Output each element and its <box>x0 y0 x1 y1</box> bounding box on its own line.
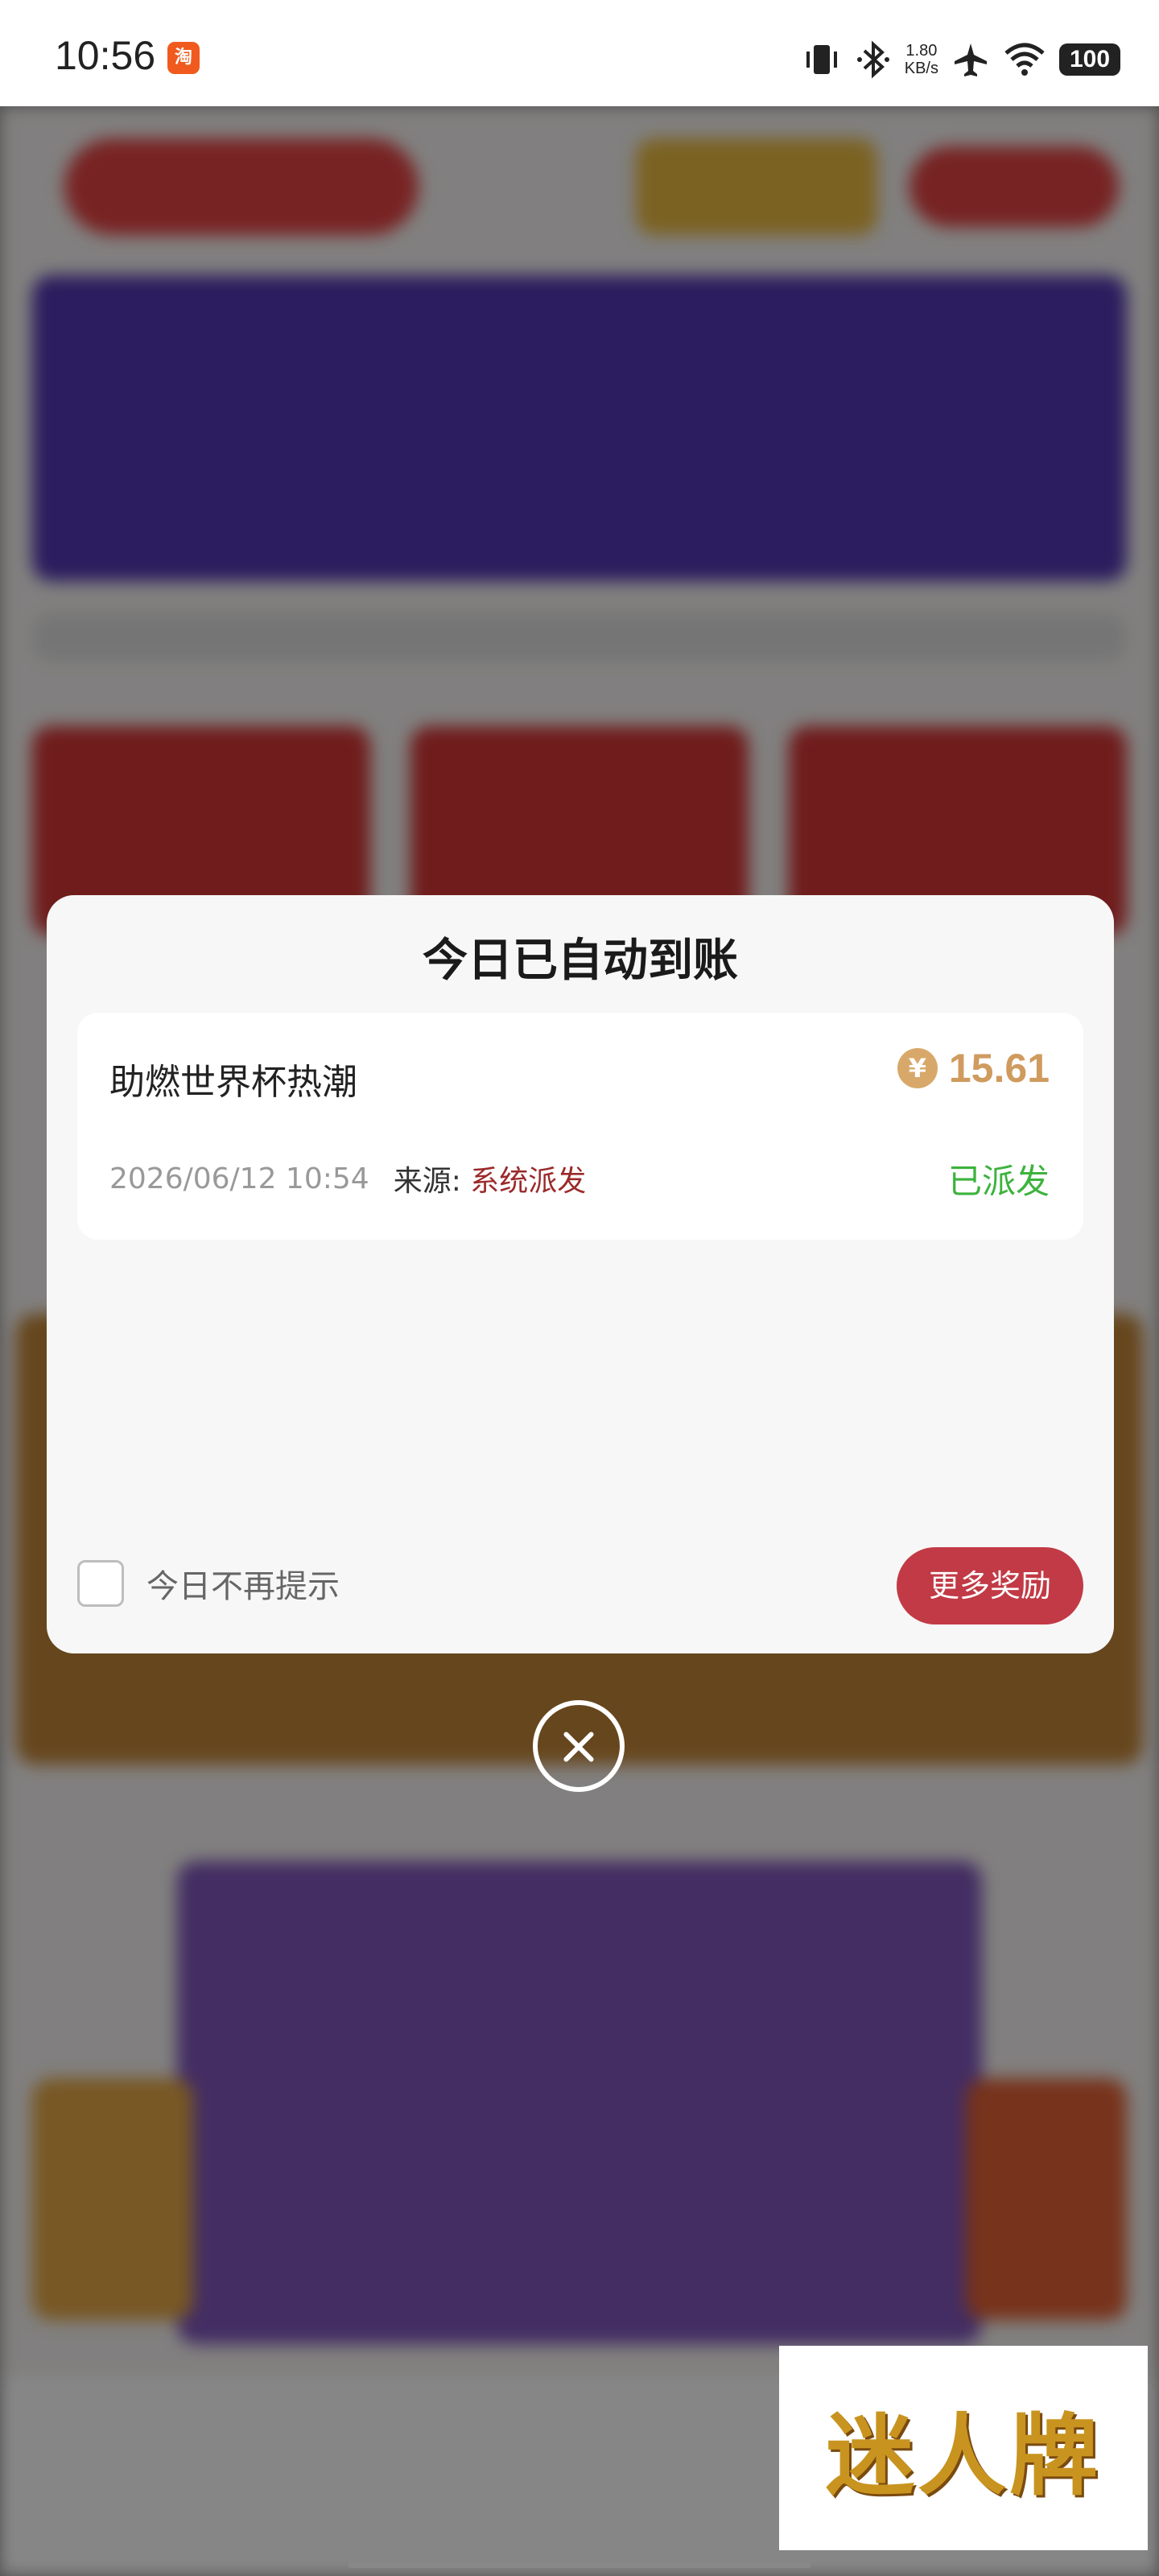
bluetooth-icon <box>856 40 889 79</box>
app-notification-icon: 淘 <box>167 42 200 74</box>
amount-value: 15.61 <box>948 1046 1050 1091</box>
net-speed-value: 1.80 <box>905 42 938 60</box>
reward-name: 助燃世界杯热潮 <box>109 1062 357 1103</box>
source-label: 来源: <box>393 1165 461 1198</box>
net-speed-unit: KB/s <box>904 60 938 77</box>
vibrate-icon <box>806 45 837 74</box>
dont-show-checkbox[interactable] <box>77 1560 124 1607</box>
dialog-title: 今日已自动到账 <box>423 935 738 987</box>
airplane-icon <box>955 43 987 76</box>
status-icons: 1.80 KB/s 100 <box>802 35 1120 84</box>
watermark-logo: 迷人牌 <box>779 2346 1148 2550</box>
reward-meta: 2026/06/12 10:54 来源: 系统派发 <box>109 1158 586 1199</box>
clock: 10:56 <box>55 33 156 78</box>
reward-amount: ¥ 15.61 <box>897 1045 1050 1092</box>
reward-dialog: 今日已自动到账 助燃世界杯热潮 ¥ 15.61 2026/06/12 10:54… <box>47 895 1114 1653</box>
source-value: 系统派发 <box>470 1165 587 1198</box>
watermark-text: 迷人牌 <box>826 2404 1101 2508</box>
reward-datetime: 2026/06/12 10:54 <box>109 1162 369 1195</box>
more-rewards-button[interactable]: 更多奖励 <box>897 1547 1083 1624</box>
status-bar: 10:56 淘 1.80 KB/s 100 <box>0 0 1159 106</box>
dont-show-today[interactable]: 今日不再提示 <box>77 1560 340 1607</box>
reward-card: 助燃世界杯热潮 ¥ 15.61 2026/06/12 10:54 来源: 系统派… <box>77 1013 1083 1240</box>
wifi-icon <box>1004 43 1045 76</box>
coin-icon: ¥ <box>897 1048 938 1088</box>
close-icon[interactable] <box>533 1700 625 1792</box>
battery-indicator: 100 <box>1059 43 1120 76</box>
net-speed: 1.80 KB/s <box>905 42 938 77</box>
status-badge: 已派发 <box>947 1162 1050 1201</box>
dont-show-label[interactable]: 今日不再提示 <box>146 1560 340 1607</box>
home-indicator[interactable] <box>348 2562 811 2568</box>
